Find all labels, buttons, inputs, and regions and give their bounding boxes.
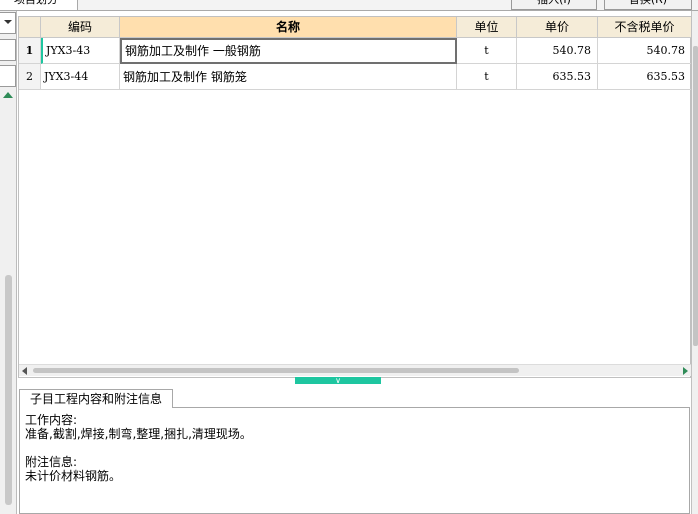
work-content-text: 准备,截割,焊接,制弯,整理,捆扎,清理现场。: [25, 427, 252, 441]
table-cell-code[interactable]: JYX3-43: [41, 38, 120, 64]
left-input-2[interactable]: [0, 65, 16, 87]
header-price[interactable]: 单价: [517, 17, 598, 38]
left-scrollbar-thumb[interactable]: [5, 275, 12, 505]
row-number[interactable]: 2: [19, 64, 41, 90]
tab-work-content-notes[interactable]: 子目工程内容和附注信息: [19, 389, 173, 408]
work-content-title: 工作内容:: [25, 413, 78, 427]
table-cell-code[interactable]: JYX3-44: [41, 64, 120, 90]
scroll-up-arrow-icon[interactable]: [3, 92, 13, 98]
scroll-left-arrow-icon[interactable]: [22, 367, 27, 375]
table-cell-unit[interactable]: t: [457, 38, 517, 64]
horizontal-scrollbar-thumb[interactable]: [33, 368, 519, 373]
table-cell-price-ex-tax[interactable]: 635.53: [598, 64, 692, 90]
horizontal-scrollbar[interactable]: [19, 364, 692, 376]
note-text: 未计价材料钢筋。: [25, 469, 122, 483]
table-cell-unit[interactable]: t: [457, 64, 517, 90]
tab-project-division[interactable]: 项目划分: [0, 0, 78, 10]
table-cell-name[interactable]: 钢筋加工及制作 钢筋笼: [120, 64, 457, 90]
table-cell-price-ex-tax[interactable]: 540.78: [598, 38, 692, 64]
table-cell-name[interactable]: 钢筋加工及制作 一般钢筋: [120, 38, 457, 64]
header-name[interactable]: 名称: [120, 17, 457, 38]
table-cell-price[interactable]: 635.53: [517, 64, 598, 90]
scroll-right-arrow-icon[interactable]: [683, 367, 688, 375]
info-text-area[interactable]: 工作内容: 准备,截割,焊接,制弯,整理,捆扎,清理现场。 附注信息: 未计价材…: [19, 407, 690, 514]
table-cell-price[interactable]: 540.78: [517, 38, 598, 64]
replace-button[interactable]: 替换(R): [604, 0, 692, 10]
right-scrollbar[interactable]: [691, 11, 698, 514]
row-number[interactable]: 1: [19, 38, 41, 64]
right-scrollbar-thumb[interactable]: [693, 46, 698, 346]
insert-button[interactable]: 插入(I): [511, 0, 597, 10]
header-code[interactable]: 编码: [41, 17, 120, 38]
chevron-down-icon[interactable]: [4, 20, 12, 24]
note-title: 附注信息:: [25, 455, 78, 469]
chevron-down-icon[interactable]: ∨: [333, 377, 343, 385]
header-price-ex-tax[interactable]: 不含税单价: [598, 17, 692, 38]
header-unit[interactable]: 单位: [457, 17, 517, 38]
quota-grid: 编码 名称 单位 单价 不含税单价 1 JYX3-43 钢筋加工及制作 一般钢筋…: [18, 16, 692, 378]
left-input-1[interactable]: [0, 39, 16, 61]
header-rownum: [19, 17, 41, 38]
